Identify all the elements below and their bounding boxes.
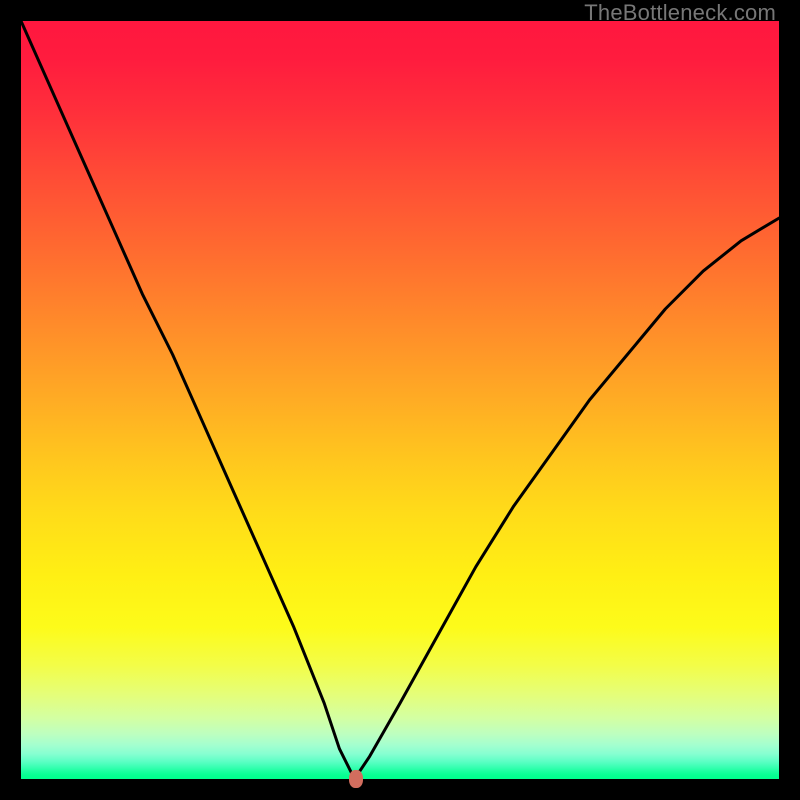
chart-frame: TheBottleneck.com [0,0,800,800]
bottleneck-curve [21,21,779,779]
plot-area [21,21,779,779]
optimal-point-marker [349,770,363,788]
